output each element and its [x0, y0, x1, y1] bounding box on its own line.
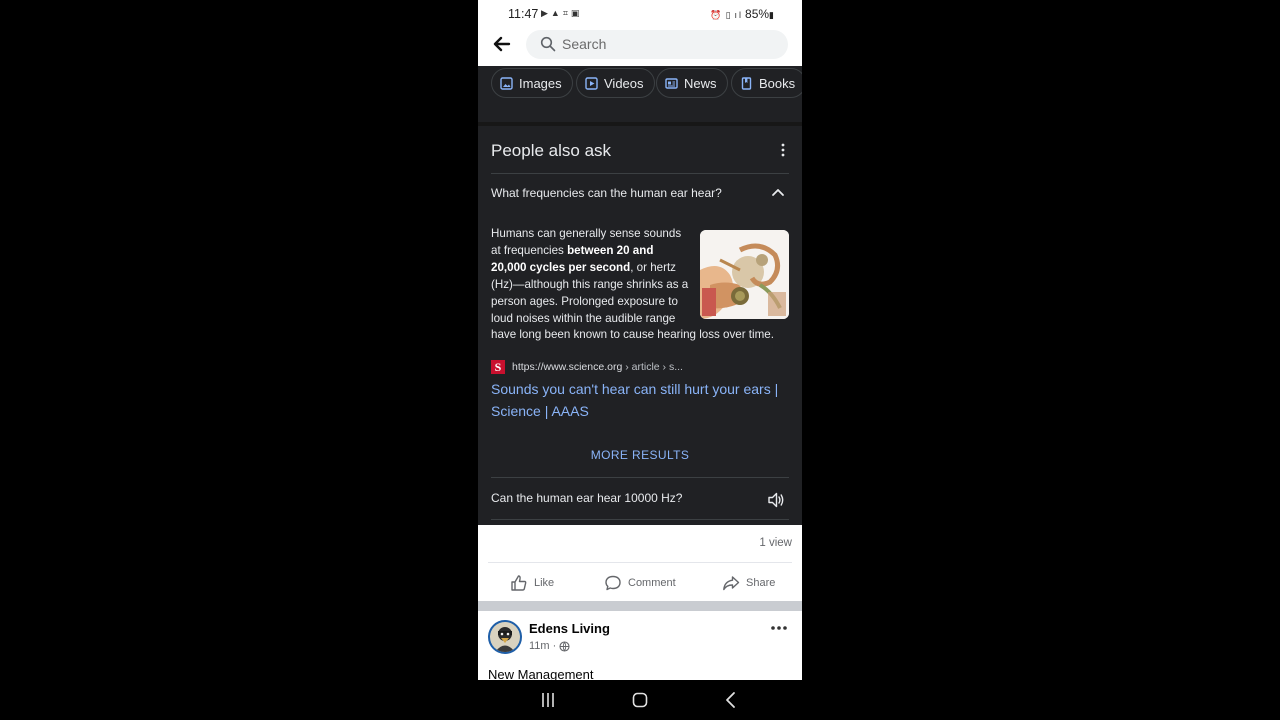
status-time: 11:47 — [508, 7, 539, 21]
comment-icon — [605, 575, 621, 591]
image-icon: ▣ — [570, 8, 583, 18]
post-meta: 11m · — [529, 640, 570, 652]
chip-label: Images — [519, 75, 562, 91]
back-icon[interactable] — [721, 690, 741, 710]
chip-videos[interactable]: Videos — [576, 68, 655, 98]
battery-level: 85% — [745, 7, 770, 21]
source-title-link[interactable]: Sounds you can't hear can still hurt you… — [491, 378, 791, 422]
view-count[interactable]: 1 view — [759, 537, 792, 549]
paa-question-1[interactable]: What frequencies can the human ear hear? — [491, 186, 722, 200]
news-icon — [665, 77, 678, 89]
alarm-icon: ⏰ — [710, 10, 724, 20]
search-input[interactable] — [562, 33, 772, 55]
source-domain: https://www.science.org — [512, 361, 623, 373]
science-favicon: S — [491, 360, 505, 374]
search-header — [478, 28, 802, 66]
home-icon[interactable] — [630, 690, 650, 710]
more-results-button[interactable]: MORE RESULTS — [478, 448, 802, 462]
vibrate-icon: ▯ — [725, 10, 733, 20]
chip-label: Videos — [604, 75, 644, 91]
chip-label: Books — [759, 75, 796, 91]
share-icon — [723, 576, 740, 591]
signal-icon: ıl — [734, 10, 744, 20]
screenshot-icon: ⌗ — [562, 8, 571, 18]
like-label: Like — [534, 577, 555, 589]
thumbs-up-icon — [511, 575, 527, 591]
status-right: ⏰ ▯ ıl 85%▮ — [710, 7, 774, 21]
divider — [491, 519, 789, 520]
comment-button[interactable]: Comment — [604, 573, 676, 593]
paa-answer-text: Humans can generally sense sounds at fre… — [491, 226, 774, 341]
play-icon: ▶ — [541, 8, 551, 18]
globe-icon — [559, 640, 570, 652]
back-arrow-icon[interactable] — [492, 32, 512, 56]
meta-separator: · — [552, 640, 557, 652]
facebook-feed: 1 view Like Comment Share Edens Living 1… — [478, 525, 802, 682]
search-box[interactable] — [526, 30, 788, 59]
post-time[interactable]: 11m — [529, 640, 550, 652]
answer-part3: have long been known to cause hearing lo… — [491, 328, 774, 341]
comment-label: Comment — [628, 577, 676, 589]
paa-question-2[interactable]: Can the human ear hear 10000 Hz? — [491, 491, 682, 505]
source-path: › article › s... — [622, 361, 683, 373]
divider — [491, 477, 789, 478]
chevron-up-icon[interactable] — [771, 187, 785, 197]
like-button[interactable]: Like — [510, 573, 554, 593]
filter-chips: Images Videos News Books — [478, 66, 802, 122]
search-icon — [540, 36, 556, 52]
chip-books[interactable]: Books — [731, 68, 802, 98]
battery-icon: ▮ — [769, 10, 774, 20]
google-results-panel: Images Videos News Books People also ask… — [478, 66, 802, 525]
post-author[interactable]: Edens Living — [529, 621, 610, 636]
share-button[interactable]: Share — [722, 573, 775, 593]
chip-label: News — [684, 75, 717, 91]
source-url[interactable]: https://www.science.org › article › s... — [512, 361, 683, 373]
recent-apps-icon[interactable] — [538, 690, 558, 710]
video-icon — [585, 76, 598, 90]
section-divider — [478, 122, 802, 126]
chip-news[interactable]: News — [656, 68, 728, 98]
status-bar: 11:47 ▶▲⌗▣ ⏰ ▯ ıl 85%▮ — [478, 0, 802, 28]
notification-icons: ▶▲⌗▣ — [541, 8, 582, 19]
image-icon — [500, 76, 513, 90]
feed-separator — [478, 601, 802, 611]
chip-images[interactable]: Images — [491, 68, 573, 98]
divider — [491, 173, 789, 174]
avatar[interactable] — [488, 620, 522, 654]
ear-anatomy-image[interactable] — [700, 230, 789, 319]
navigation-bar — [478, 680, 802, 720]
speaker-icon[interactable] — [766, 491, 786, 509]
more-options-icon[interactable] — [770, 625, 788, 631]
people-also-ask-title: People also ask — [491, 141, 612, 160]
share-label: Share — [746, 577, 776, 589]
more-options-icon[interactable] — [776, 142, 790, 158]
phone-screen: 11:47 ▶▲⌗▣ ⏰▯ıl85%▮ Images — [478, 0, 802, 720]
divider — [488, 562, 792, 563]
alert-icon: ▲ — [550, 8, 563, 18]
book-icon — [741, 76, 752, 90]
